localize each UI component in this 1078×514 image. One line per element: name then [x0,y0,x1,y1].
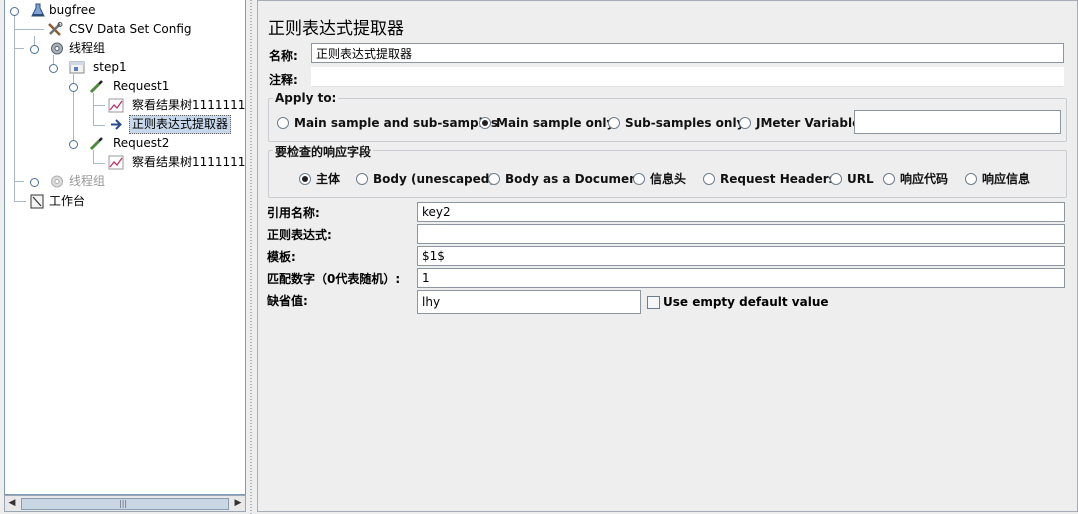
use-empty-default-checkbox[interactable] [647,296,660,309]
expand-toggle[interactable] [69,140,78,149]
tree-node-bugfree[interactable]: bugfree [5,1,245,20]
tree-node-label: Request2 [113,136,170,150]
pipette-icon [89,80,103,94]
scrollbar-thumb[interactable]: ||| [21,498,229,510]
page-title: 正则表达式提取器 [268,19,404,39]
tree-node-workbench[interactable]: 工作台 [5,192,245,211]
default-value-field[interactable] [417,290,641,314]
ref-name-label: 引用名称: [267,206,320,220]
tree-node-label: step1 [93,60,127,74]
regex-extractor-panel: 正则表达式提取器 名称: 注释: Apply to: Main sample a… [257,0,1078,512]
tree-node-label: CSV Data Set Config [69,22,192,36]
radio-dot[interactable] [965,173,977,185]
expand-toggle[interactable] [30,178,39,187]
regex-label: 正则表达式: [267,228,332,242]
radio-label: Request Headers [720,172,836,186]
radio-dot[interactable] [739,117,751,129]
radio-dot[interactable] [703,173,715,185]
radio-label: URL [847,172,874,186]
radio-dot[interactable] [883,173,895,185]
tree-node-thread-group[interactable]: 线程组 [5,39,245,58]
radio-dot[interactable] [277,117,289,129]
radio-label: Body (unescaped) [373,172,495,186]
regex-field[interactable] [417,224,1065,244]
radio-dot[interactable] [633,173,645,185]
apply-to-legend: Apply to: [273,91,339,105]
wrench-icon [48,22,63,36]
graph-icon [108,98,124,113]
comment-field[interactable] [311,67,1064,87]
radio-label: Body as a Document [505,172,644,186]
tree-node-label: 线程组 [69,174,106,188]
tree-horizontal-scrollbar[interactable]: ◀ ||| ▶ [4,495,246,512]
radio-label: Sub-samples only [625,116,745,130]
expand-toggle[interactable] [30,45,39,54]
tree-node-label: Request1 [113,79,170,93]
workbench-icon [30,194,44,209]
tree-node-result-tree-1[interactable]: 察看结果树1111111111 [5,96,245,115]
match-no-field[interactable] [417,268,1065,288]
arrow-right-icon [111,119,122,130]
tree-node-thread-group-disabled[interactable]: 线程组 [5,172,245,191]
scrollbar-grip: ||| [119,499,128,508]
tree-node-label: 察看结果树1111111111 [132,155,246,169]
expand-toggle[interactable] [69,83,78,92]
gear-icon [51,175,63,188]
radio-label: JMeter Variable [756,116,861,130]
gear-icon [51,42,63,55]
scroll-left-arrow-icon[interactable]: ◀ [5,496,19,511]
tree-node-label: 线程组 [69,41,106,55]
match-no-label: 匹配数字（0代表随机）: [267,272,401,286]
ref-name-field[interactable] [417,202,1065,222]
tree-node-label: 正则表达式提取器 [132,117,229,131]
radio-label: Main sample and sub-samples [294,116,499,130]
pipette-icon [89,137,103,151]
tree-node-label: bugfree [49,3,96,17]
default-value-label: 缺省值: [267,294,308,308]
controller-icon [69,61,85,74]
use-empty-default-label: Use empty default value [663,295,829,309]
tree-node-csv-config[interactable]: CSV Data Set Config [5,20,245,39]
graph-icon [108,155,124,170]
tree-node-result-tree-2[interactable]: 察看结果树1111111111 [5,153,245,172]
tree-node-step1[interactable]: step1 [5,58,245,77]
comment-label: 注释: [269,73,298,87]
tree-node-request2[interactable]: Request2 [5,134,245,153]
tree-node-label: 察看结果树1111111111 [132,98,246,112]
expand-toggle[interactable] [49,64,58,73]
radio-label: Main sample only [496,116,615,130]
radio-label: 主体 [316,172,341,186]
name-field[interactable] [311,43,1064,63]
tree-node-regex-extractor[interactable]: 正则表达式提取器 [5,115,245,134]
template-label: 模板: [267,250,296,264]
radio-label: 信息头 [650,172,687,186]
radio-dot-selected[interactable] [299,173,311,185]
radio-dot-selected[interactable] [479,117,491,129]
radio-dot[interactable] [608,117,620,129]
tree-node-label: 工作台 [49,194,86,208]
radio-label: 响应信息 [982,172,1031,186]
jmeter-variable-field[interactable] [854,110,1061,134]
radio-label: 响应代码 [900,172,949,186]
radio-dot[interactable] [356,173,368,185]
expand-toggle[interactable] [10,7,19,16]
tree-node-request1[interactable]: Request1 [5,77,245,96]
radio-dot[interactable] [830,173,842,185]
name-label: 名称: [269,49,298,63]
response-field-legend: 要检查的响应字段 [273,143,374,160]
split-pane-divider[interactable] [246,0,256,514]
flask-icon [31,3,45,17]
scroll-right-arrow-icon[interactable]: ▶ [231,496,245,511]
radio-dot[interactable] [488,173,500,185]
test-plan-tree[interactable]: bugfree CSV Data Set Config 线程组 step1 Re… [4,0,246,495]
template-field[interactable] [417,246,1065,266]
